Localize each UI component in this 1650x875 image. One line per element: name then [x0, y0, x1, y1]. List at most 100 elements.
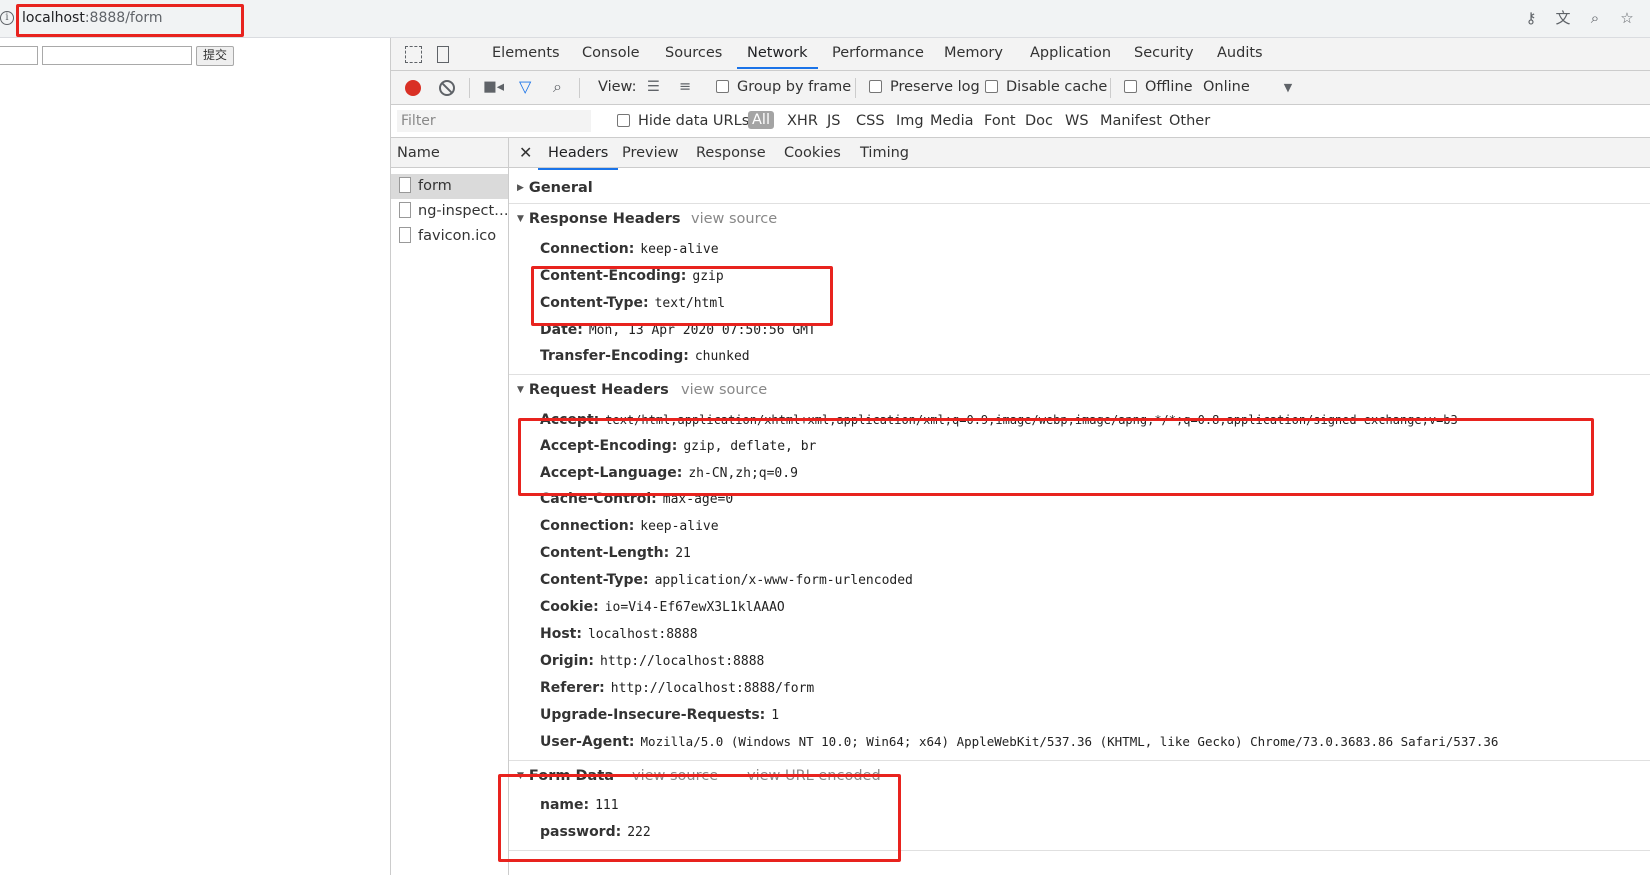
devtools-panel: Elements Console Sources Network Perform…	[390, 38, 1650, 875]
name-column-header[interactable]: Name	[391, 138, 508, 168]
preserve-log-checkbox[interactable]: Preserve log	[869, 79, 980, 95]
tab-security[interactable]: Security	[1134, 45, 1194, 61]
disable-cache-checkbox[interactable]: Disable cache	[985, 79, 1107, 95]
hide-data-urls-checkbox[interactable]: Hide data URLs	[617, 113, 749, 129]
tab-response[interactable]: Response	[696, 145, 766, 161]
document-icon	[399, 177, 411, 193]
filter-type-css[interactable]: CSS	[856, 113, 885, 129]
preserve-log-label: Preserve log	[890, 79, 980, 95]
response-view-source-link[interactable]: view source	[691, 211, 777, 227]
form-data-row: name: 111	[540, 797, 619, 813]
close-icon[interactable]: ✕	[519, 143, 532, 162]
group-by-frame-label: Group by frame	[737, 79, 852, 95]
tab-memory[interactable]: Memory	[944, 45, 1003, 61]
tab-headers[interactable]: Headers	[537, 145, 619, 170]
request-header-row: Upgrade-Insecure-Requests: 1	[540, 707, 779, 723]
inspect-icon[interactable]	[405, 46, 422, 63]
header-value: gzip, deflate, br	[683, 439, 817, 454]
submit-button[interactable]: 提交	[196, 46, 234, 66]
tab-preview[interactable]: Preview	[622, 145, 678, 161]
filter-type-doc[interactable]: Doc	[1025, 113, 1053, 129]
form-view-url-encoded-link[interactable]: view URL encoded	[747, 768, 881, 784]
response-headers-title: Response Headers	[528, 211, 681, 227]
star-icon[interactable]: ☆	[1618, 9, 1636, 27]
filter-type-media[interactable]: Media	[930, 113, 974, 129]
search-icon[interactable]: ⌕	[553, 77, 562, 97]
tab-application[interactable]: Application	[1030, 45, 1111, 61]
tab-cookies[interactable]: Cookies	[784, 145, 841, 161]
form-data-toggle[interactable]: ▼ Form Data	[517, 768, 614, 784]
offline-checkbox[interactable]: Offline	[1124, 79, 1193, 95]
response-header-row: Transfer-Encoding: chunked	[540, 348, 750, 364]
filter-icon[interactable]: ▽	[519, 77, 531, 96]
header-value: http://localhost:8888/form	[610, 681, 815, 696]
request-name: ng-inspect…	[418, 203, 508, 219]
filter-type-ws[interactable]: WS	[1065, 113, 1089, 129]
request-row-ng-inspect[interactable]: ng-inspect…	[391, 199, 508, 224]
filter-type-xhr[interactable]: XHR	[787, 113, 818, 129]
filter-type-all[interactable]: All	[748, 111, 774, 129]
hide-data-urls-label: Hide data URLs	[638, 113, 750, 129]
form-value: 222	[627, 825, 651, 840]
device-toolbar-icon[interactable]	[437, 46, 449, 63]
form-view-source-link[interactable]: view source	[632, 768, 718, 784]
password-input[interactable]	[42, 46, 192, 65]
header-key: Content-Type:	[540, 572, 649, 588]
tab-network[interactable]: Network	[737, 45, 818, 69]
request-headers-toggle[interactable]: ▼ Request Headers	[517, 382, 669, 398]
filter-type-img[interactable]: Img	[896, 113, 924, 129]
form-key: name:	[540, 797, 590, 813]
tab-audits[interactable]: Audits	[1217, 45, 1263, 61]
filter-type-js[interactable]: JS	[827, 113, 840, 129]
filter-input[interactable]: Filter	[397, 110, 591, 132]
url-field[interactable]: localhost:8888/form	[22, 10, 163, 26]
view-label: View:	[598, 79, 637, 95]
response-header-row: Date: Mon, 13 Apr 2020 07:50:56 GMT	[540, 322, 816, 338]
header-key: Origin:	[540, 653, 594, 669]
triangle-down-icon: ▼	[517, 214, 524, 224]
header-key: Cache-Control:	[540, 491, 657, 507]
clear-icon[interactable]	[439, 80, 455, 96]
group-by-frame-checkbox[interactable]: Group by frame	[716, 79, 851, 95]
header-key: Content-Encoding:	[540, 268, 687, 284]
zoom-icon[interactable]: ⌕	[1586, 9, 1604, 27]
translate-icon[interactable]: 文	[1554, 9, 1572, 27]
request-name: form	[418, 178, 452, 194]
name-input[interactable]	[0, 46, 38, 65]
waterfall-icon[interactable]: ≡	[679, 79, 691, 95]
tab-sources[interactable]: Sources	[665, 45, 722, 61]
document-icon	[399, 227, 411, 243]
tab-console[interactable]: Console	[582, 45, 640, 61]
toolbar-divider	[1110, 78, 1111, 98]
header-value: Mon, 13 Apr 2020 07:50:56 GMT	[588, 323, 816, 338]
triangle-down-icon: ▼	[517, 385, 524, 395]
request-detail: ✕ Headers Preview Response Cookies Timin…	[509, 138, 1650, 875]
request-view-source-link[interactable]: view source	[681, 382, 767, 398]
header-key: Date:	[540, 322, 583, 338]
header-value: gzip	[692, 269, 724, 284]
filter-type-manifest[interactable]: Manifest	[1100, 113, 1162, 129]
throttling-select[interactable]: Online ▼	[1203, 79, 1292, 95]
header-value: keep-alive	[640, 242, 719, 257]
header-key: Accept:	[540, 412, 600, 428]
tab-elements[interactable]: Elements	[492, 45, 560, 61]
response-headers-toggle[interactable]: ▼ Response Headers	[517, 211, 680, 227]
header-value: text/html,application/xhtml+xml,applicat…	[605, 413, 1458, 427]
request-row-favicon[interactable]: favicon.ico	[391, 224, 508, 249]
disable-cache-label: Disable cache	[1006, 79, 1108, 95]
key-icon[interactable]: ⚷	[1522, 9, 1540, 27]
tab-performance[interactable]: Performance	[832, 45, 924, 61]
general-section-toggle[interactable]: ▶ General	[517, 180, 593, 196]
screenshot-icon[interactable]: ■◂	[483, 79, 504, 95]
section-divider	[509, 203, 1650, 204]
info-icon[interactable]: i	[0, 11, 14, 25]
toolbar-divider	[855, 78, 856, 98]
filter-type-other[interactable]: Other	[1169, 113, 1210, 129]
tab-timing[interactable]: Timing	[860, 145, 909, 161]
request-row-form[interactable]: form	[391, 174, 508, 199]
filter-type-font[interactable]: Font	[984, 113, 1016, 129]
header-key: Accept-Encoding:	[540, 438, 678, 454]
header-key: Content-Length:	[540, 545, 670, 561]
record-icon[interactable]	[405, 80, 421, 96]
large-rows-icon[interactable]: ☰	[647, 79, 660, 95]
